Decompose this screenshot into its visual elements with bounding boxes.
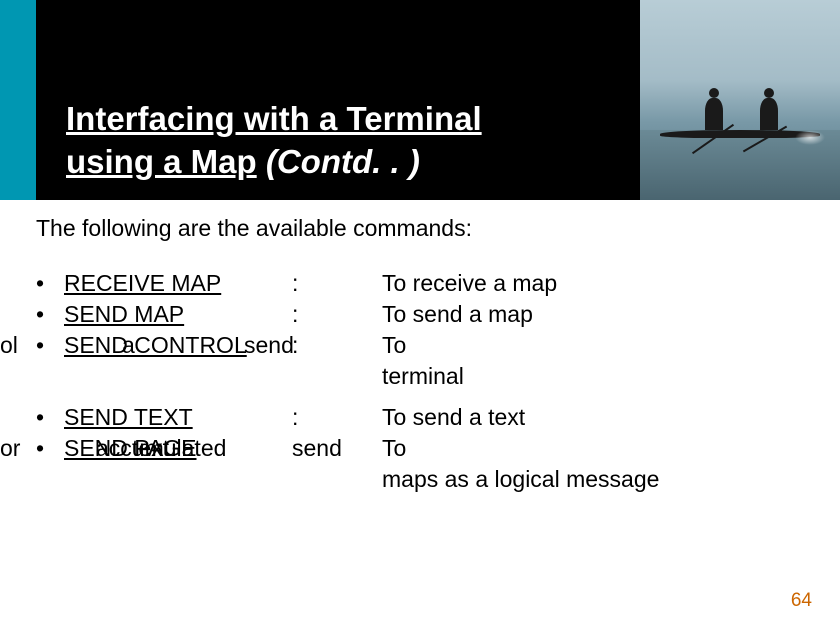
command-desc: To	[382, 332, 816, 359]
separator: send	[292, 435, 382, 462]
bullet-icon: •	[36, 435, 64, 462]
list-item: • SEND TEXT : To send a text	[36, 404, 816, 431]
content-area: The following are the available commands…	[36, 215, 816, 493]
list-item: • RECEIVE MAP : To receive a map	[36, 270, 816, 297]
command-desc: To receive a map	[382, 270, 816, 297]
command-name: SEND TEXT	[64, 404, 292, 431]
overlay-fragment: text	[132, 435, 169, 462]
teal-accent	[0, 0, 36, 200]
bullet-icon: •	[36, 332, 64, 359]
separator: :	[292, 270, 382, 297]
title-line2b: (Contd. . )	[257, 143, 420, 180]
list-item: or • SEND PAGE accumulated text send To …	[36, 435, 816, 493]
intro-text: The following are the available commands…	[36, 215, 816, 242]
separator: :	[292, 404, 382, 431]
bullet-icon: •	[36, 301, 64, 328]
command-desc-cont: maps as a logical message	[382, 466, 816, 493]
command-text: SEND CONTROL	[64, 332, 247, 358]
command-list: • RECEIVE MAP : To receive a map • SEND …	[36, 270, 816, 493]
command-name: RECEIVE MAP	[64, 270, 292, 297]
command-desc: To send a map	[382, 301, 816, 328]
command-desc: To send a text	[382, 404, 816, 431]
title-line2a: using a Map	[66, 143, 257, 180]
title-line1: Interfacing with a Terminal	[66, 100, 482, 137]
list-item: • SEND MAP : To send a map	[36, 301, 816, 328]
fragment-text: or	[0, 435, 20, 462]
list-item: ol • SEND CONTROL a send : To terminal	[36, 332, 816, 390]
separator: :	[292, 332, 382, 359]
command-name: SEND PAGE accumulated text	[64, 435, 292, 462]
command-name: SEND CONTROL a send	[64, 332, 292, 359]
slide-title: Interfacing with a Terminal using a Map …	[66, 98, 482, 184]
header-bar: Interfacing with a Terminal using a Map …	[0, 0, 840, 200]
overlay-fragment: send	[244, 332, 294, 359]
page-number: 64	[791, 590, 812, 612]
overlay-fragment: a	[122, 332, 135, 359]
fragment-text: ol	[0, 332, 18, 359]
command-name: SEND MAP	[64, 301, 292, 328]
bullet-icon: •	[36, 404, 64, 431]
decorative-image	[640, 0, 840, 200]
command-desc: To	[382, 435, 816, 462]
command-desc-cont: terminal	[382, 363, 816, 390]
separator: :	[292, 301, 382, 328]
bullet-icon: •	[36, 270, 64, 297]
